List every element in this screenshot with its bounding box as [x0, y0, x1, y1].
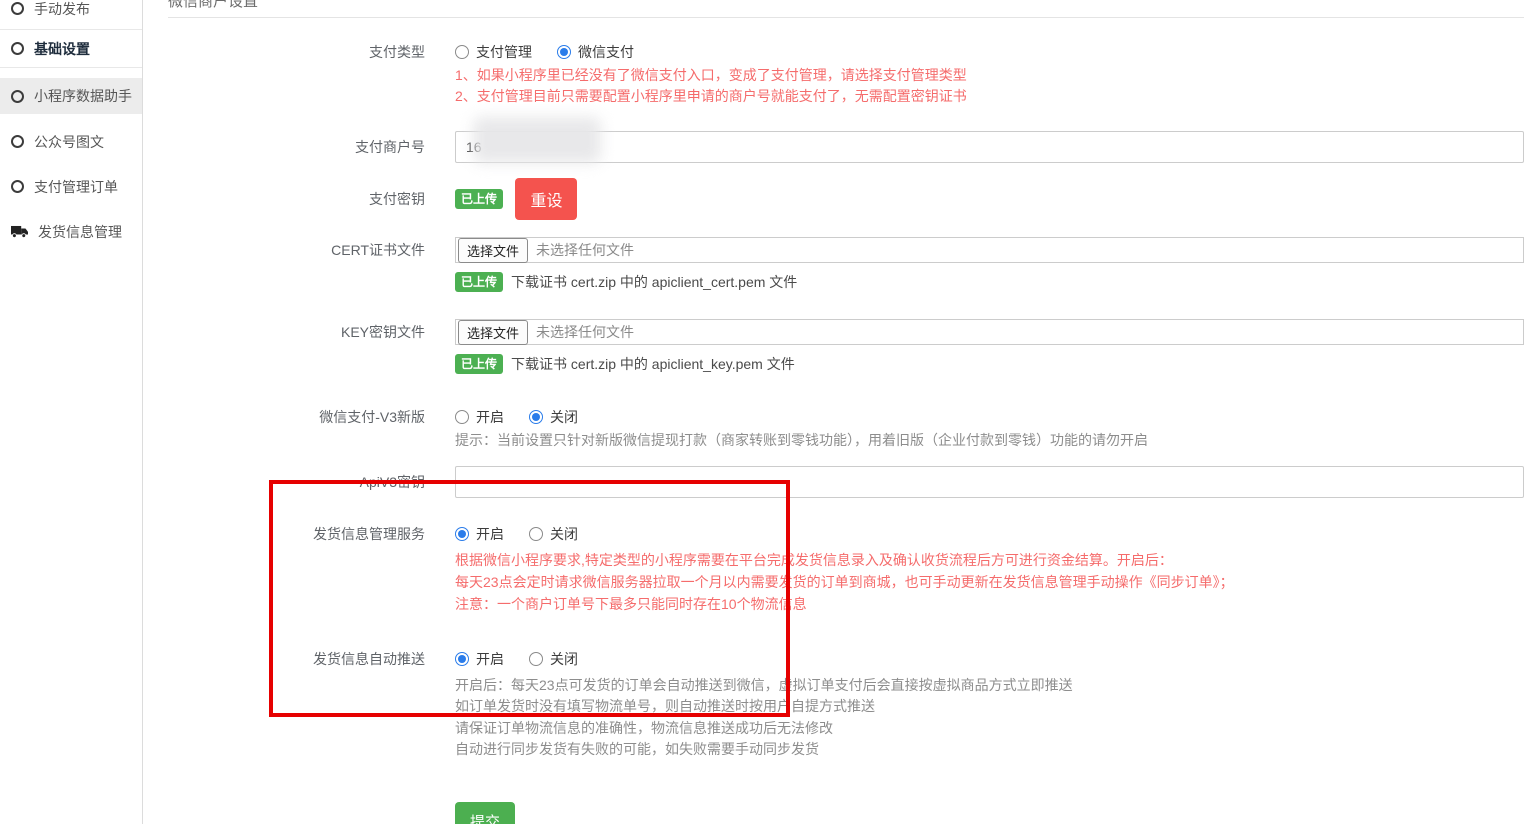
row-shipping-mgmt: 发货信息管理服务 开启 关闭 根据微信小程序要求,特定类型的小程序需要在平台完成…: [168, 524, 1524, 615]
pay-type-note-1: 1、如果小程序里已经没有了微信支付入口，变成了支付管理，请选择支付管理类型: [455, 65, 1524, 86]
radio-wechat-pay-label[interactable]: 微信支付: [578, 42, 634, 62]
circle-icon: [11, 135, 24, 148]
row-apiv3-key: ApiV3密钥: [168, 466, 1524, 498]
sidebar-item-miniprogram-data-assistant[interactable]: 小程序数据助手: [0, 78, 142, 114]
radio-pay-manage-label[interactable]: 支付管理: [476, 42, 532, 62]
settings-form: 微信商户设置 支付类型 支付管理 微信支付 1、如果小程序里已经没有了微信支付入…: [144, 0, 1524, 824]
autopush-note-1: 开启后：每天23点可发货的订单会自动推送到微信，虚拟订单支付后会直接按虚拟商品方…: [455, 675, 1524, 697]
row-v3: 微信支付-V3新版 开启 关闭 提示：当前设置只针对新版微信提现打款（商家转账到…: [168, 407, 1524, 452]
shipping-mgmt-label: 发货信息管理服务: [168, 524, 425, 615]
radio-autopush-on[interactable]: [455, 652, 469, 666]
circle-icon: [11, 42, 24, 55]
sidebar-item-label: 发货信息管理: [38, 222, 122, 242]
v3-label: 微信支付-V3新版: [168, 407, 425, 452]
sidebar-item-label: 手动发布: [34, 0, 90, 19]
radio-v3-off-label[interactable]: 关闭: [550, 407, 578, 427]
radio-shipping-mgmt-off-label[interactable]: 关闭: [550, 524, 578, 544]
uploaded-badge: 已上传: [455, 189, 503, 209]
uploaded-badge: 已上传: [455, 272, 503, 292]
radio-autopush-off[interactable]: [529, 652, 543, 666]
shipping-mgmt-note-3: 注意：一个商户订单号下最多只能同时存在10个物流信息: [455, 593, 1524, 615]
shipping-mgmt-radio-group: 开启 关闭: [455, 524, 1524, 544]
sidebar-item-shipping-info[interactable]: 发货信息管理: [0, 209, 142, 254]
v3-hint: 提示：当前设置只针对新版微信提现打款（商家转账到零钱功能），用着旧版（企业付款到…: [455, 430, 1524, 452]
sidebar-item-payment-orders[interactable]: 支付管理订单: [0, 164, 142, 209]
circle-icon: [11, 90, 24, 103]
radio-wechat-pay[interactable]: [557, 45, 571, 59]
choose-file-button[interactable]: 选择文件: [458, 238, 528, 263]
circle-icon: [11, 2, 24, 15]
pay-type-note-2: 2、支付管理目前只需要配置小程序里申请的商户号就能支付了，无需配置密钥证书: [455, 86, 1524, 107]
pay-type-radio-group: 支付管理 微信支付: [455, 42, 1524, 62]
row-key-file: KEY密钥文件 选择文件 未选择任何文件 已上传 下载证书 cert.zip 中…: [168, 319, 1524, 374]
pay-type-label: 支付类型: [168, 42, 425, 107]
shipping-autopush-label: 发货信息自动推送: [168, 649, 425, 761]
row-merchant-id: 支付商户号: [168, 131, 1524, 163]
reset-key-button[interactable]: 重设: [515, 178, 577, 220]
choose-file-button[interactable]: 选择文件: [458, 320, 528, 345]
submit-button[interactable]: 提交: [455, 802, 515, 824]
radio-v3-off[interactable]: [529, 410, 543, 424]
no-file-text: 未选择任何文件: [536, 240, 634, 260]
key-file-input[interactable]: 选择文件 未选择任何文件: [455, 319, 1524, 345]
key-file-label: KEY密钥文件: [168, 319, 425, 374]
v3-radio-group: 开启 关闭: [455, 407, 1524, 427]
sidebar-item-official-account-articles[interactable]: 公众号图文: [0, 119, 142, 164]
row-pay-key: 支付密钥 已上传 重设: [168, 178, 1524, 220]
page-title: 微信商户设置: [168, 0, 1524, 10]
radio-v3-on-label[interactable]: 开启: [476, 407, 504, 427]
merchant-id-input[interactable]: [455, 131, 1524, 163]
row-cert-file: CERT证书文件 选择文件 未选择任何文件 已上传 下载证书 cert.zip …: [168, 237, 1524, 292]
uploaded-badge: 已上传: [455, 354, 503, 374]
sidebar-item-label: 公众号图文: [34, 132, 104, 152]
sidebar-item-manual-publish[interactable]: 手动发布: [0, 0, 142, 30]
row-submit: 提交: [168, 802, 1524, 824]
radio-shipping-mgmt-off[interactable]: [529, 527, 543, 541]
sidebar-item-label: 基础设置: [34, 39, 90, 59]
cert-file-label: CERT证书文件: [168, 237, 425, 292]
shipping-mgmt-note-2: 每天23点会定时请求微信服务器拉取一个月以内需要发货的订单到商城，也可手动更新在…: [455, 571, 1524, 593]
truck-icon: [11, 225, 28, 238]
no-file-text: 未选择任何文件: [536, 322, 634, 342]
radio-autopush-off-label[interactable]: 关闭: [550, 649, 578, 669]
key-file-hint: 下载证书 cert.zip 中的 apiclient_key.pem 文件: [511, 354, 795, 374]
shipping-autopush-radio-group: 开启 关闭: [455, 649, 1524, 669]
row-pay-type: 支付类型 支付管理 微信支付 1、如果小程序里已经没有了微信支付入口，变成了支付…: [168, 42, 1524, 107]
apiv3-key-label: ApiV3密钥: [168, 466, 425, 498]
merchant-id-label: 支付商户号: [168, 131, 425, 163]
autopush-note-2: 如订单发货时没有填写物流单号，则自动推送时按用户自提方式推送: [455, 696, 1524, 718]
cert-file-input[interactable]: 选择文件 未选择任何文件: [455, 237, 1524, 263]
apiv3-key-input[interactable]: [455, 466, 1524, 498]
autopush-note-3: 请保证订单物流信息的准确性，物流信息推送成功后无法修改: [455, 718, 1524, 740]
autopush-note-4: 自动进行同步发货有失败的可能，如失败需要手动同步发货: [455, 739, 1524, 761]
shipping-mgmt-note-1: 根据微信小程序要求,特定类型的小程序需要在平台完成发货信息录入及确认收货流程后方…: [455, 549, 1524, 571]
radio-shipping-mgmt-on-label[interactable]: 开启: [476, 524, 504, 544]
sidebar-item-label: 支付管理订单: [34, 177, 118, 197]
sidebar: 手动发布 基础设置 小程序数据助手 公众号图文 支付管理订单 发货信息管理: [0, 0, 143, 824]
cert-file-hint: 下载证书 cert.zip 中的 apiclient_cert.pem 文件: [511, 272, 797, 292]
radio-v3-on[interactable]: [455, 410, 469, 424]
row-shipping-autopush: 发货信息自动推送 开启 关闭 开启后：每天23点可发货的订单会自动推送到微信，虚…: [168, 649, 1524, 761]
radio-pay-manage[interactable]: [455, 45, 469, 59]
circle-icon: [11, 180, 24, 193]
radio-shipping-mgmt-on[interactable]: [455, 527, 469, 541]
radio-autopush-on-label[interactable]: 开启: [476, 649, 504, 669]
title-divider: [168, 17, 1524, 18]
pay-key-label: 支付密钥: [168, 189, 425, 209]
sidebar-item-basic-settings[interactable]: 基础设置: [0, 30, 142, 68]
sidebar-item-label: 小程序数据助手: [34, 86, 132, 106]
